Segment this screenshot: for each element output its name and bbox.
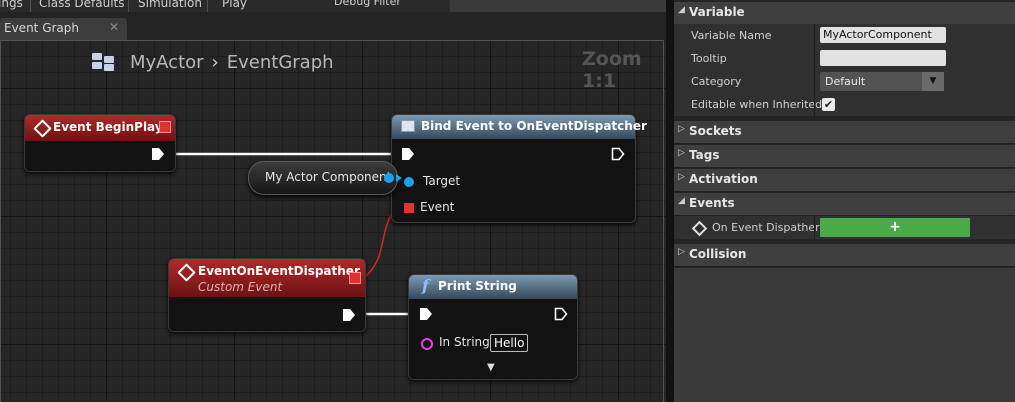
tab-label: Event Graph — [4, 21, 79, 35]
node-event-beginplay[interactable]: Event BeginPlay — [24, 114, 176, 172]
variable-name-input[interactable]: MyActorComponent — [820, 27, 946, 43]
node-print-string[interactable]: f Print String In String Hello ▼ — [408, 274, 578, 380]
debug-filter-dropdown[interactable] — [450, 0, 670, 12]
pin-arrow-icon — [396, 174, 402, 182]
row-tooltip: Tooltip — [674, 47, 1015, 70]
node-my-actor-component[interactable]: My Actor Component — [248, 161, 402, 195]
category-collision[interactable]: ▷ Collision — [674, 244, 1015, 267]
column-divider — [814, 24, 815, 47]
column-divider — [814, 47, 815, 70]
toolbar-simulation-button[interactable]: Simulation — [138, 0, 202, 10]
expand-down-icon: ◢ — [678, 196, 685, 206]
category-label: Events — [689, 196, 735, 210]
node-custom-event[interactable]: EventOnEventDispather Custom Event — [168, 258, 366, 332]
event-diamond-icon — [691, 220, 708, 237]
tab-event-graph[interactable]: Event Graph ✕ — [0, 18, 127, 40]
node-subtitle: Custom Event — [198, 280, 283, 294]
category-label: Collision — [689, 247, 747, 261]
expand-right-icon: ▷ — [678, 172, 685, 182]
category-value: Default — [825, 75, 866, 88]
expand-arrow-icon[interactable]: ▼ — [487, 362, 495, 373]
editable-inherited-label: Editable when Inherited — [691, 98, 823, 111]
toolbar-separator — [128, 0, 129, 12]
debug-filter-text: Debug Filter — [334, 0, 401, 8]
node-title: Print String — [438, 279, 517, 293]
toolbar-separator — [207, 0, 208, 12]
variable-name-label: Variable Name — [691, 29, 772, 42]
category-activation[interactable]: ▷ Activation — [674, 169, 1015, 192]
tooltip-input[interactable] — [820, 50, 946, 66]
editor-toolbar: ings Class Defaults Simulation Play Debu… — [0, 0, 670, 12]
delegate-output-pin[interactable] — [159, 121, 171, 133]
column-divider — [814, 70, 815, 93]
add-event-button[interactable]: + — [820, 218, 970, 237]
category-label: Tags — [689, 148, 720, 162]
category-field-label: Category — [691, 75, 742, 88]
exec-output-pin[interactable] — [554, 307, 568, 321]
row-variable-name: Variable Name MyActorComponent — [674, 24, 1015, 47]
row-editable-inherited: Editable when Inherited ✔ — [674, 93, 1015, 116]
function-node-icon — [401, 120, 415, 132]
close-icon[interactable]: ✕ — [109, 20, 119, 34]
toolbar-settings-button[interactable]: ings — [0, 0, 23, 10]
editable-inherited-checkbox[interactable]: ✔ — [822, 98, 835, 111]
toolbar-class-defaults-button[interactable]: Class Defaults — [39, 0, 124, 10]
node-bind-event[interactable]: Bind Event to OnEventDispatcher Target E… — [391, 114, 647, 223]
exec-input-pin[interactable] — [419, 307, 433, 321]
toolbar-separator — [30, 0, 31, 12]
exec-output-pin[interactable] — [151, 147, 165, 161]
target-pin[interactable] — [404, 177, 414, 187]
category-events[interactable]: ◢ Events — [674, 193, 1015, 216]
category-variable[interactable]: ◢ Variable — [674, 2, 1015, 25]
column-divider — [814, 93, 815, 116]
dispatcher-label: On Event Dispather — [712, 221, 820, 234]
function-icon: f — [422, 276, 429, 295]
panel-empty-area — [674, 268, 1015, 402]
tooltip-label: Tooltip — [691, 52, 727, 65]
toolbar-play-button[interactable]: Play — [222, 0, 247, 10]
node-title: Bind Event to OnEventDispatcher — [421, 119, 647, 133]
dropdown-arrow-icon: ▼ — [922, 72, 944, 91]
column-divider — [814, 216, 815, 239]
expand-right-icon: ▷ — [678, 148, 685, 158]
exec-input-pin[interactable] — [401, 147, 415, 161]
node-title: Event BeginPlay — [53, 120, 163, 134]
category-sockets[interactable]: ▷ Sockets — [674, 121, 1015, 144]
exec-output-pin[interactable] — [342, 308, 356, 322]
event-label: Event — [420, 200, 455, 214]
tab-bar: Event Graph ✕ — [0, 12, 670, 40]
category-label: Activation — [689, 172, 758, 186]
string-input-pin[interactable] — [421, 338, 433, 350]
row-on-event-dispatcher: On Event Dispather + — [674, 216, 1015, 239]
category-label: Variable — [689, 5, 745, 19]
category-tags[interactable]: ▷ Tags — [674, 145, 1015, 168]
expand-right-icon: ▷ — [678, 247, 685, 257]
target-label: Target — [423, 174, 461, 188]
exec-output-pin[interactable] — [611, 147, 625, 161]
in-string-input[interactable]: Hello — [490, 334, 529, 352]
in-string-label: In String — [439, 335, 490, 349]
expand-right-icon: ▷ — [678, 124, 685, 134]
row-category: Category Default ▼ — [674, 70, 1015, 93]
node-title: EventOnEventDispather — [198, 264, 360, 278]
category-label: Sockets — [689, 124, 742, 138]
delegate-output-pin[interactable] — [349, 272, 361, 284]
details-panel: ◢ Variable Variable Name MyActorComponen… — [674, 0, 1015, 402]
event-delegate-pin[interactable] — [404, 203, 414, 213]
category-combo[interactable]: Default ▼ — [820, 72, 944, 91]
object-output-pin[interactable] — [384, 173, 394, 183]
expand-down-icon: ◢ — [678, 5, 685, 15]
variable-label: My Actor Component — [265, 170, 392, 184]
panel-divider[interactable] — [666, 0, 674, 402]
